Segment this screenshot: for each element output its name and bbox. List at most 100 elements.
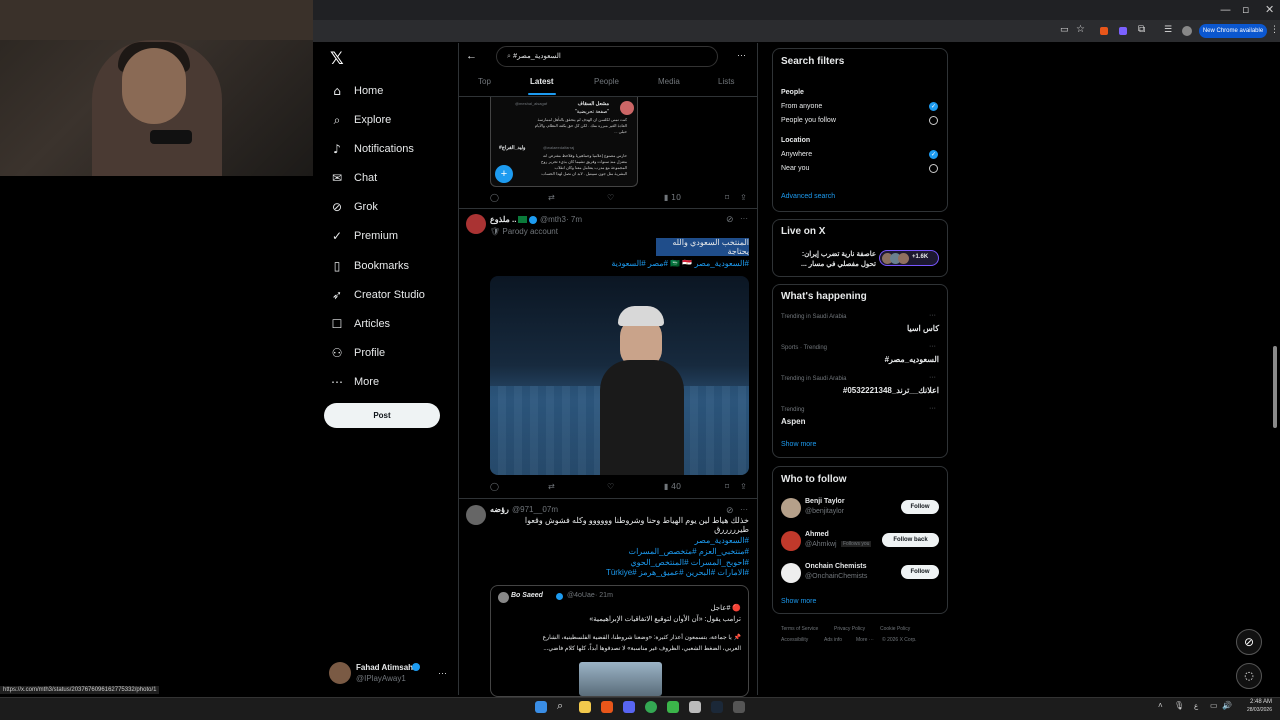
new-chrome-button[interactable]: New Chrome available [1199, 24, 1267, 38]
tweet-hashtag[interactable]: #احوبح_المسرات #المنتخص_الحوي [490, 558, 749, 567]
follow-show-more[interactable]: Show more [781, 598, 816, 605]
windows-start-icon[interactable] [535, 701, 547, 713]
tweet-hashtag[interactable]: #السعودية_مصر [490, 536, 749, 545]
tab-people[interactable]: People [594, 77, 619, 86]
share-icon[interactable]: ⇪ [740, 482, 747, 491]
minimize-icon[interactable]: — [1220, 3, 1231, 16]
author-avatar[interactable] [466, 505, 486, 525]
author-name[interactable]: ملذوع .. [490, 215, 516, 224]
nav-item-articles[interactable]: ☐ Articles [330, 313, 390, 335]
tray-chevron-icon[interactable]: ˄ [1158, 701, 1163, 710]
taskbar-search-icon[interactable]: ⌕ [557, 700, 563, 713]
bookmark-icon[interactable]: ⌑ [725, 193, 729, 202]
nav-item-explore[interactable]: ⌕ Explore [330, 109, 392, 131]
tab-latest[interactable]: Latest [530, 77, 554, 86]
account-avatar[interactable] [329, 662, 351, 684]
tab-lists[interactable]: Lists [718, 77, 734, 86]
address-bar[interactable] [312, 20, 1280, 42]
author-name[interactable]: رؤضه [490, 505, 509, 514]
nav-item-creator-studio[interactable]: ➶ Creator Studio [330, 284, 425, 306]
footer-link[interactable]: Terms of Service [781, 626, 818, 632]
nav-item-premium[interactable]: ✓ Premium [330, 225, 398, 247]
share-icon[interactable]: ⇪ [740, 193, 747, 202]
bookmark-icon[interactable]: ⌑ [725, 482, 729, 491]
people-you-follow-option[interactable]: People you follow [781, 117, 836, 124]
reply-icon[interactable]: ◯ [490, 482, 499, 491]
close-icon[interactable]: ✕ [1265, 3, 1274, 16]
tweet-time[interactable]: 7m [547, 505, 558, 514]
star-icon[interactable]: ☆ [1076, 24, 1085, 35]
follow-button[interactable]: Follow [901, 500, 939, 514]
follow-button[interactable]: Follow [901, 565, 939, 579]
taskbar-date[interactable]: 28/03/2026 [1236, 707, 1272, 713]
app-icon[interactable] [733, 701, 745, 713]
advanced-search-link[interactable]: Advanced search [781, 193, 835, 200]
file-explorer-icon[interactable] [579, 701, 591, 713]
tab-media[interactable]: Media [658, 77, 680, 86]
more-dots-icon[interactable]: ··· [740, 505, 748, 514]
brave-icon[interactable] [601, 701, 613, 713]
notepad-icon[interactable] [689, 701, 701, 713]
user-name[interactable]: Onchain Chemists [805, 563, 866, 570]
near-you-option[interactable]: Near you [781, 165, 809, 172]
user-name[interactable]: Ahmed [805, 531, 829, 538]
more-dots-icon[interactable]: ··· [740, 214, 748, 223]
volume-icon[interactable]: 🔊 [1222, 701, 1232, 710]
quoted-screenshot[interactable]: مشعل السقاف @meshal_alsagaf "صفعة تحريضي… [490, 97, 638, 187]
tweet-hashtag[interactable]: #الامارات #البحرين #عميق_هرمز #Türkiye [490, 568, 749, 577]
live-text[interactable]: تحول مفصلي في مسار ... [781, 260, 876, 268]
extension-icon[interactable] [1119, 27, 1127, 35]
nav-item-profile[interactable]: ⚇ Profile [330, 342, 386, 364]
retweet-icon[interactable]: ⇄ [548, 482, 555, 491]
anywhere-option[interactable]: Anywhere [781, 151, 812, 158]
nav-item-bookmarks[interactable]: ▯ Bookmarks [330, 255, 409, 277]
like-icon[interactable]: ♡ [607, 482, 614, 491]
network-icon[interactable]: ▭ [1210, 701, 1218, 710]
live-text[interactable]: عاصفة نارية تضرب إيران: [781, 250, 876, 258]
trend-more-icon[interactable]: ··· [929, 312, 936, 319]
tab-search-icon[interactable]: ☰ [1164, 25, 1172, 35]
radio-empty-icon[interactable] [929, 116, 938, 125]
follow-button[interactable]: Follow back [882, 533, 939, 547]
reply-icon[interactable]: ◯ [490, 193, 499, 202]
footer-link[interactable]: More ··· [856, 637, 874, 643]
language-indicator[interactable]: ع [1194, 702, 1198, 710]
menu-dots-icon[interactable]: ⋮ [1270, 25, 1279, 35]
from-anyone-option[interactable]: From anyone [781, 103, 822, 110]
back-arrow-icon[interactable]: ← [466, 50, 477, 62]
more-dots-icon[interactable]: ··· [737, 50, 746, 60]
grok-icon[interactable]: ⊘ [726, 505, 734, 516]
footer-link[interactable]: Ads info [824, 637, 842, 643]
nav-item-chat[interactable]: ✉ Chat [330, 167, 377, 189]
user-avatar[interactable] [781, 563, 801, 583]
check-icon[interactable]: ✓ [929, 150, 938, 159]
footer-link[interactable]: Cookie Policy [880, 626, 910, 632]
discord-icon[interactable] [623, 701, 635, 713]
footer-link[interactable]: Accessibility [781, 637, 808, 643]
user-name[interactable]: Benji Taylor [805, 498, 845, 505]
trend-name[interactable]: كاس اسيا [781, 324, 939, 333]
retweet-icon[interactable]: ⇄ [548, 193, 555, 202]
trend-name[interactable]: #السعوديه_مصر [781, 355, 939, 364]
live-avatars[interactable]: +1.6K [879, 250, 939, 266]
restore-icon[interactable]: ▫ [1242, 3, 1249, 16]
tweet-hashtags[interactable]: #السعودية_مصر 🇸🇦 🇪🇬 #مصر #السعودية [560, 259, 749, 268]
footer-link[interactable]: Privacy Policy [834, 626, 865, 632]
app-icon[interactable] [667, 701, 679, 713]
nav-item-home[interactable]: ⌂ Home [330, 80, 383, 102]
trends-show-more[interactable]: Show more [781, 441, 816, 448]
user-avatar[interactable] [781, 531, 801, 551]
tweet-time[interactable]: 7m [571, 215, 582, 224]
author-avatar[interactable] [466, 214, 486, 234]
mic-icon[interactable]: 🎙 [1174, 701, 1184, 710]
cast-icon[interactable]: ▭ [1060, 25, 1069, 35]
trend-more-icon[interactable]: ··· [929, 343, 936, 350]
check-icon[interactable]: ✓ [929, 102, 938, 111]
tab-top[interactable]: Top [478, 77, 491, 86]
steam-icon[interactable] [711, 701, 723, 713]
views-icon[interactable]: ▮ 10 [664, 193, 681, 202]
grok-icon[interactable]: ⊘ [726, 214, 734, 225]
grok-float-icon[interactable]: ⊘ [1236, 629, 1262, 655]
like-icon[interactable]: ♡ [607, 193, 614, 202]
trend-more-icon[interactable]: ··· [929, 374, 936, 381]
